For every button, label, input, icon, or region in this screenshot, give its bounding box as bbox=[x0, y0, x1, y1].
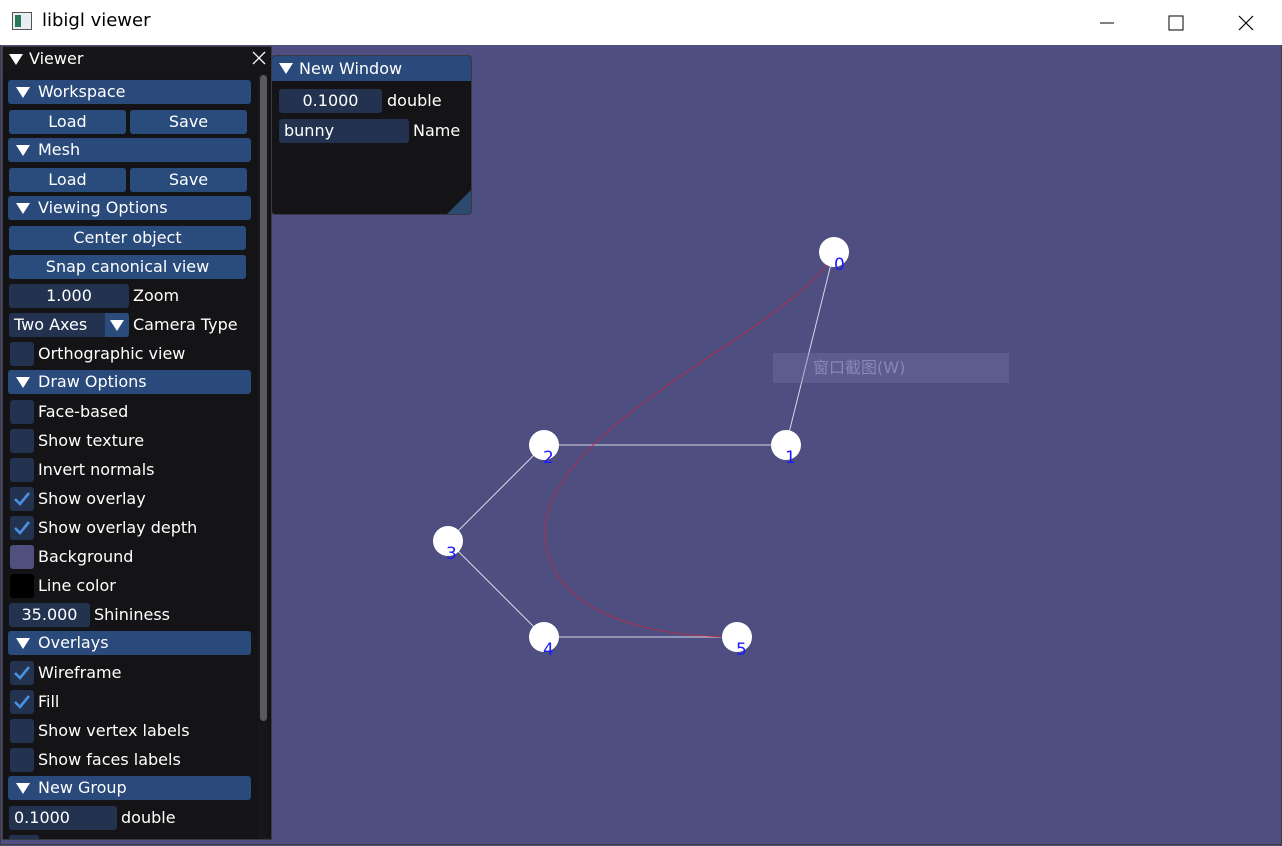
zoom-label: Zoom bbox=[133, 286, 180, 305]
collapse-triangle-icon bbox=[16, 145, 30, 156]
collapse-triangle-icon bbox=[16, 638, 30, 649]
chevron-down-icon bbox=[110, 320, 124, 331]
checkmark-icon bbox=[14, 666, 31, 680]
show-overlay-label: Show overlay bbox=[38, 489, 146, 508]
show-overlay-depth-checkbox[interactable] bbox=[10, 516, 34, 540]
collapse-triangle-icon[interactable] bbox=[279, 63, 293, 74]
vertex-label-0: 0 bbox=[834, 255, 845, 275]
edge-0-1 bbox=[785, 251, 835, 446]
shininess-input[interactable]: 35.000 bbox=[9, 603, 90, 627]
viewer-panel-title: Viewer bbox=[29, 49, 84, 68]
draw-options-header[interactable]: Draw Options bbox=[8, 370, 251, 394]
collapse-triangle-icon bbox=[16, 87, 30, 98]
name-input[interactable]: bunny bbox=[279, 119, 409, 143]
zoom-input[interactable]: 1.000 bbox=[9, 284, 129, 308]
new-window-titlebar[interactable]: New Window bbox=[272, 56, 471, 81]
show-faces-labels-label: Show faces labels bbox=[38, 750, 181, 769]
checkmark-icon bbox=[14, 492, 31, 506]
viewer-panel-scrollbar[interactable] bbox=[258, 73, 268, 839]
invert-normals-label: Invert normals bbox=[38, 460, 155, 479]
background-label: Background bbox=[38, 547, 134, 566]
show-vertex-labels-checkbox[interactable] bbox=[10, 719, 34, 743]
shininess-label: Shininess bbox=[94, 605, 170, 624]
face-based-checkbox[interactable] bbox=[10, 400, 34, 424]
new-group-header-label: New Group bbox=[38, 778, 127, 797]
overlays-header[interactable]: Overlays bbox=[8, 631, 251, 655]
show-texture-label: Show texture bbox=[38, 431, 145, 450]
new-window-title: New Window bbox=[299, 59, 403, 78]
mesh-header[interactable]: Mesh bbox=[8, 138, 251, 162]
camera-type-value: Two Axes bbox=[14, 315, 88, 334]
new-window-panel: New Window 0.1000 double bunny Name bbox=[271, 55, 472, 215]
draw-options-header-label: Draw Options bbox=[38, 372, 147, 391]
vertex-label-3: 3 bbox=[446, 544, 457, 564]
viewing-options-header-label: Viewing Options bbox=[38, 198, 168, 217]
camera-type-label: Camera Type bbox=[133, 315, 238, 334]
new-group-double-label: double bbox=[121, 808, 176, 827]
line-color-swatch[interactable] bbox=[10, 574, 34, 598]
show-overlay-depth-label: Show overlay depth bbox=[38, 518, 198, 537]
show-faces-labels-checkbox[interactable] bbox=[10, 748, 34, 772]
viewing-options-header[interactable]: Viewing Options bbox=[8, 196, 251, 220]
dropdown-button[interactable] bbox=[105, 313, 129, 337]
workspace-load-button[interactable]: Load bbox=[9, 110, 126, 134]
collapse-triangle-icon[interactable] bbox=[9, 54, 23, 65]
background-color-swatch[interactable] bbox=[10, 545, 34, 569]
workspace-header[interactable]: Workspace bbox=[8, 80, 251, 104]
collapse-triangle-icon bbox=[16, 203, 30, 214]
scrollbar-thumb[interactable] bbox=[260, 75, 267, 721]
collapse-triangle-icon bbox=[16, 377, 30, 388]
new-window-double-label: double bbox=[387, 91, 442, 110]
checkmark-icon bbox=[14, 521, 31, 535]
mesh-header-label: Mesh bbox=[38, 140, 81, 159]
orthographic-checkbox[interactable] bbox=[10, 342, 34, 366]
collapse-triangle-icon bbox=[16, 783, 30, 794]
center-object-button[interactable]: Center object bbox=[9, 226, 246, 250]
close-icon[interactable] bbox=[251, 50, 267, 66]
screenshot-tooltip: 窗口截图(W) bbox=[773, 353, 1009, 383]
vertex-label-4: 4 bbox=[543, 640, 554, 660]
resize-grip-icon[interactable] bbox=[447, 190, 471, 214]
show-overlay-checkbox[interactable] bbox=[10, 487, 34, 511]
new-window-double-input[interactable]: 0.1000 bbox=[279, 89, 382, 113]
new-group-header[interactable]: New Group bbox=[8, 776, 251, 800]
wireframe-label: Wireframe bbox=[38, 663, 122, 682]
viewer-panel-titlebar[interactable]: Viewer bbox=[3, 47, 271, 71]
camera-type-select[interactable]: Two Axes bbox=[9, 313, 129, 337]
fill-checkbox[interactable] bbox=[10, 690, 34, 714]
viewer-panel: Viewer Workspace Load Save Mesh Load Sav… bbox=[2, 46, 272, 840]
snap-canonical-view-button[interactable]: Snap canonical view bbox=[9, 255, 246, 279]
show-texture-checkbox[interactable] bbox=[10, 429, 34, 453]
workspace-save-button[interactable]: Save bbox=[130, 110, 247, 134]
new-group-double-input[interactable]: 0.1000 bbox=[9, 806, 117, 830]
wireframe-checkbox[interactable] bbox=[10, 661, 34, 685]
vertex-label-2: 2 bbox=[543, 448, 554, 468]
fill-label: Fill bbox=[38, 692, 60, 711]
vertex-label-5: 5 bbox=[736, 640, 747, 660]
edge-3-4 bbox=[447, 540, 545, 638]
name-label: Name bbox=[413, 121, 461, 140]
checkmark-icon bbox=[14, 695, 31, 709]
overlays-header-label: Overlays bbox=[38, 633, 109, 652]
mesh-save-button[interactable]: Save bbox=[130, 168, 247, 192]
mesh-load-button[interactable]: Load bbox=[9, 168, 126, 192]
show-vertex-labels-label: Show vertex labels bbox=[38, 721, 190, 740]
orthographic-label: Orthographic view bbox=[38, 344, 186, 363]
edge-2-3 bbox=[447, 444, 545, 542]
line-color-label: Line color bbox=[38, 576, 116, 595]
invert-normals-checkbox[interactable] bbox=[10, 458, 34, 482]
partial-hidden-field[interactable] bbox=[9, 835, 39, 839]
face-based-label: Face-based bbox=[38, 402, 129, 421]
workspace-header-label: Workspace bbox=[38, 82, 126, 101]
vertex-label-1: 1 bbox=[785, 448, 796, 468]
